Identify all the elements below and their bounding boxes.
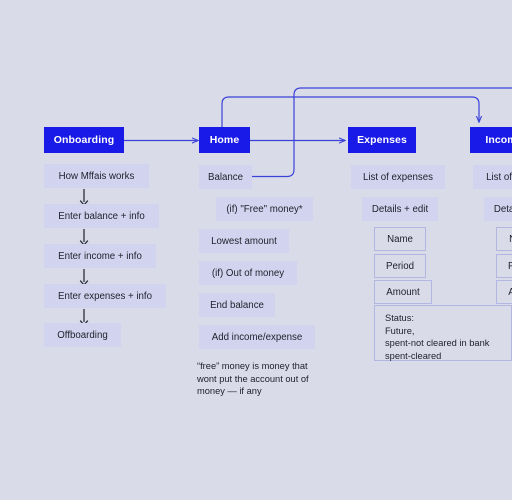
- node-enter-expenses-info[interactable]: Enter expenses + info: [44, 284, 166, 308]
- node-free-money[interactable]: (if) "Free" money*: [216, 197, 313, 221]
- node-list-of-income[interactable]: List of income: [473, 165, 512, 189]
- node-expenses-header[interactable]: Expenses: [348, 127, 416, 153]
- node-how-mffais-works[interactable]: How Mffais works: [44, 164, 149, 188]
- node-lowest-amount[interactable]: Lowest amount: [199, 229, 289, 253]
- node-out-of-money[interactable]: (if) Out of money: [199, 261, 297, 285]
- node-income-field-amount[interactable]: Amount: [496, 280, 512, 304]
- node-onboarding-header[interactable]: Onboarding: [44, 127, 124, 153]
- node-expenses-field-name[interactable]: Name: [374, 227, 426, 251]
- node-enter-income-info[interactable]: Enter income + info: [44, 244, 156, 268]
- node-expenses-field-period[interactable]: Period: [374, 254, 426, 278]
- node-income-field-period[interactable]: Period: [496, 254, 512, 278]
- node-list-of-expenses[interactable]: List of expenses: [351, 165, 445, 189]
- node-income-header[interactable]: Income: [470, 127, 512, 153]
- node-offboarding[interactable]: Offboarding: [44, 323, 121, 347]
- node-expenses-field-amount[interactable]: Amount: [374, 280, 432, 304]
- node-expenses-status[interactable]: Status: Future, spent-not cleared in ban…: [374, 305, 512, 361]
- node-home-header[interactable]: Home: [199, 127, 250, 153]
- connector-home-to-income: [221, 96, 479, 127]
- node-add-income-expense[interactable]: Add income/expense: [199, 325, 315, 349]
- footnote-free-money: “free” money is money that wont put the …: [197, 361, 309, 397]
- flowchart-canvas: Onboarding How Mffais works Enter balanc…: [0, 0, 512, 500]
- node-enter-balance-info[interactable]: Enter balance + info: [44, 204, 159, 228]
- node-balance[interactable]: Balance: [199, 165, 252, 189]
- node-expenses-details-edit[interactable]: Details + edit: [362, 197, 438, 221]
- node-income-details-edit[interactable]: Details + edit: [484, 197, 512, 221]
- node-income-field-name[interactable]: Name: [496, 227, 512, 251]
- node-end-balance[interactable]: End balance: [199, 293, 275, 317]
